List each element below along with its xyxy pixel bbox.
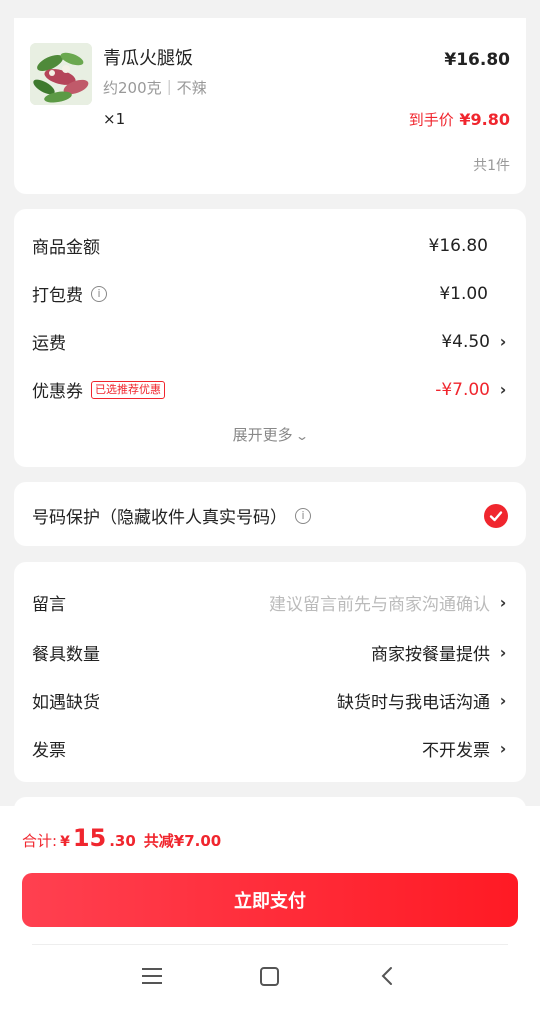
- back-icon[interactable]: [378, 966, 398, 986]
- options-card: 留言 建议留言前先与商家沟通确认 › 餐具数量 商家按餐量提供 › 如遇缺货 缺…: [14, 562, 526, 782]
- product-thumbnail[interactable]: [30, 43, 92, 105]
- coupon-label: 优惠券: [32, 382, 83, 402]
- tableware-label: 餐具数量: [32, 645, 100, 665]
- privacy-checkbox[interactable]: [484, 503, 508, 528]
- checkout-bar: 合计: ¥ 15 .30 共减¥7.00 立即支付: [0, 806, 540, 1009]
- invoice-row[interactable]: 发票 不开发票 ›: [32, 736, 508, 761]
- product-price: ¥16.80: [444, 50, 510, 70]
- total-label: 合计:: [22, 832, 58, 850]
- divider: [32, 944, 508, 945]
- final-price-value: ¥9.80: [459, 110, 510, 129]
- stockout-value: 缺货时与我电话沟通: [337, 693, 490, 713]
- tableware-row[interactable]: 餐具数量 商家按餐量提供 ›: [32, 640, 508, 665]
- total-currency: ¥: [60, 834, 70, 850]
- tableware-value: 商家按餐量提供: [371, 645, 490, 665]
- chevron-right-icon: ›: [499, 332, 507, 351]
- stockout-row[interactable]: 如遇缺货 缺货时与我电话沟通 ›: [32, 688, 508, 713]
- menu-icon[interactable]: [142, 968, 162, 984]
- privacy-label: 号码保护（隐藏收件人真实号码）: [32, 508, 287, 528]
- invoice-label: 发票: [32, 741, 66, 761]
- packing-fee-label: 打包费: [32, 286, 83, 306]
- goods-amount-value: ¥16.80: [428, 235, 488, 256]
- home-icon[interactable]: [260, 967, 279, 986]
- total-summary: 合计: ¥ 15 .30 共减¥7.00: [22, 824, 221, 852]
- total-int: 15: [72, 824, 107, 852]
- info-icon[interactable]: i: [91, 285, 107, 302]
- pay-button-label: 立即支付: [234, 891, 306, 912]
- fee-card: 商品金额 ¥16.80 打包费 i ¥1.00 运费 ¥4.50 › 优惠券 已…: [14, 209, 526, 467]
- chevron-right-icon: ›: [499, 380, 507, 399]
- chevron-down-icon: ⌄: [295, 429, 310, 443]
- info-icon[interactable]: i: [295, 507, 311, 524]
- remark-placeholder: 建议留言前先与商家沟通确认: [269, 595, 490, 615]
- stockout-label: 如遇缺货: [32, 693, 100, 713]
- final-price-label: 到手价: [408, 111, 454, 129]
- final-price: 到手价 ¥9.80: [409, 109, 510, 130]
- chevron-right-icon: ›: [499, 739, 507, 758]
- item-total-count: 共1件: [473, 158, 510, 174]
- chevron-right-icon: ›: [499, 643, 507, 662]
- coupon-tag: 已选推荐优惠: [91, 380, 165, 399]
- chevron-right-icon: ›: [499, 691, 507, 710]
- goods-amount-label: 商品金额: [32, 238, 100, 258]
- shipping-fee-value: ¥4.50: [441, 331, 490, 352]
- product-quantity: ×1: [103, 110, 126, 128]
- check-icon: [489, 510, 503, 521]
- expand-more-button[interactable]: 展开更多 ⌄: [14, 424, 526, 445]
- coupon-row[interactable]: 优惠券 已选推荐优惠 -¥7.00 ›: [32, 377, 508, 403]
- packing-fee-row: 打包费 i ¥1.00: [32, 281, 508, 307]
- remark-label: 留言: [32, 595, 66, 615]
- privacy-card: 号码保护（隐藏收件人真实号码） i: [14, 482, 526, 546]
- expand-more-label: 展开更多: [232, 426, 293, 444]
- total-dec: .30: [109, 832, 136, 850]
- packing-fee-value: ¥1.00: [439, 283, 488, 304]
- coupon-value: -¥7.00: [435, 379, 490, 400]
- product-card: 青瓜火腿饭 约200克｜不辣 ×1 ¥16.80 到手价 ¥9.80 共1件: [14, 18, 526, 194]
- pay-button[interactable]: 立即支付: [22, 873, 518, 927]
- total-discount: 共减¥7.00: [143, 832, 222, 850]
- product-name: 青瓜火腿饭: [103, 48, 193, 69]
- chevron-right-icon: ›: [499, 593, 507, 612]
- shipping-fee-label: 运费: [32, 334, 66, 354]
- product-spec: 约200克｜不辣: [103, 79, 207, 97]
- shipping-fee-row[interactable]: 运费 ¥4.50 ›: [32, 329, 508, 355]
- remark-row[interactable]: 留言 建议留言前先与商家沟通确认 ›: [32, 590, 508, 615]
- invoice-value: 不开发票: [422, 741, 490, 761]
- goods-amount-row: 商品金额 ¥16.80: [32, 233, 508, 259]
